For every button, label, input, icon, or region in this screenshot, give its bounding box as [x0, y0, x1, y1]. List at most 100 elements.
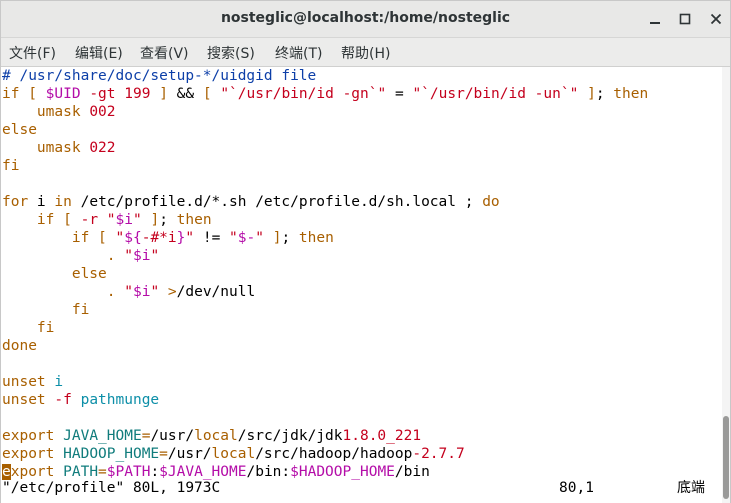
code-token: -gt	[89, 86, 116, 102]
code-token: for	[2, 194, 29, 210]
menu-edit[interactable]: 编辑(E)	[75, 43, 123, 63]
editor-line: done	[2, 337, 37, 355]
minimize-icon[interactable]	[645, 9, 665, 29]
code-token: .	[106, 284, 116, 300]
code-token: JAVA_HOME	[63, 428, 142, 444]
code-token: :	[150, 464, 160, 480]
code-token: /etc/profile.d/*.sh /etc/profile.d/sh.lo…	[71, 194, 483, 210]
code-token: $i	[115, 212, 133, 228]
menu-bar: 文件(F) 编辑(E) 查看(V) 搜索(S) 终端(T) 帮助(H)	[1, 38, 730, 67]
code-token: 1.8.0_221	[342, 428, 422, 444]
code-token: "	[115, 230, 125, 246]
code-token: do	[482, 194, 500, 210]
code-token: $UID	[45, 86, 81, 102]
terminal-content[interactable]: "/etc/profile" 80L, 1973C 80,1 底端 # /usr…	[1, 67, 722, 503]
code-token: ;	[595, 86, 614, 102]
menu-view[interactable]: 查看(V)	[140, 43, 189, 63]
editor-line: fi	[2, 157, 19, 175]
code-token: -f	[54, 392, 72, 408]
code-token: ;	[159, 212, 177, 228]
editor-line: umask 002	[2, 103, 116, 121]
code-token: [	[28, 86, 37, 102]
editor-line: else	[2, 121, 37, 139]
code-token: ]	[159, 86, 168, 102]
code-token: ${	[124, 230, 142, 246]
code-token: "	[124, 248, 133, 264]
editor-line: if [ $UID -gt 199 ] && [ "`/usr/bin/id -…	[2, 85, 648, 103]
code-token: .	[106, 248, 116, 264]
code-token: # /usr/share/doc/setup-*/uidgid file	[2, 68, 317, 84]
code-token: local	[194, 428, 238, 444]
code-token: if	[36, 212, 55, 228]
code-token: 002	[89, 104, 116, 120]
menu-search[interactable]: 搜索(S)	[207, 43, 255, 63]
code-token: "`	[220, 86, 238, 102]
code-token: ;	[281, 230, 299, 246]
code-token: export	[2, 446, 55, 462]
code-token: -un	[534, 86, 561, 102]
code-token: $PATH	[106, 464, 151, 480]
editor-line: unset -f pathmunge	[2, 391, 159, 409]
code-token: $HADOOP_HOME	[290, 464, 395, 480]
code-token: "	[150, 284, 160, 300]
close-icon[interactable]	[706, 9, 726, 29]
scrollbar-thumb[interactable]	[723, 415, 729, 499]
maximize-icon[interactable]	[675, 9, 695, 29]
code-token: umask	[36, 140, 81, 156]
code-token: fi	[36, 320, 55, 336]
code-token: if	[71, 230, 90, 246]
editor-line: if [ -r "$i" ]; then	[2, 211, 212, 229]
editor-line: . "$i" >/dev/null	[2, 283, 255, 301]
code-token: $i	[132, 284, 151, 300]
menu-file[interactable]: 文件(F)	[9, 43, 56, 63]
code-token: i	[28, 194, 55, 210]
code-token: unset	[2, 392, 46, 408]
code-token: =	[386, 86, 413, 102]
code-token: xport	[10, 464, 55, 480]
code-token: "	[229, 230, 238, 246]
editor-line: fi	[2, 319, 54, 337]
code-token: then	[176, 212, 212, 228]
menu-help[interactable]: 帮助(H)	[341, 43, 390, 63]
code-token: "	[106, 212, 116, 228]
code-token: /src/hadoop/hadoop	[255, 446, 413, 462]
terminal-scrollbar[interactable]	[722, 67, 730, 503]
code-token: "	[124, 284, 133, 300]
title-bar[interactable]: nosteglic@localhost:/home/nosteglic	[1, 1, 730, 38]
code-token: "	[133, 212, 142, 228]
code-token: "`	[412, 86, 430, 102]
code-token: ]	[150, 212, 160, 228]
code-token: i	[54, 374, 64, 390]
editor-line: if [ "${-#*i}" != "$-" ]; then	[2, 229, 334, 247]
code-token: =	[159, 446, 168, 462]
window-title: nosteglic@localhost:/home/nosteglic	[220, 10, 511, 26]
code-token: PATH	[63, 464, 99, 480]
code-token: 022	[89, 140, 116, 156]
code-token: `"	[560, 86, 579, 102]
code-token: export	[2, 428, 55, 444]
vim-scroll-position: 底端	[677, 480, 705, 496]
editor-line: export HADOOP_HOME=/usr/local/src/hadoop…	[2, 445, 465, 463]
code-token: /src/jdk/jdk	[237, 428, 343, 444]
menu-terminal[interactable]: 终端(T)	[275, 43, 322, 63]
code-token: &&	[167, 86, 203, 102]
code-token: done	[2, 338, 37, 354]
code-token: then	[298, 230, 334, 246]
code-token: -gn	[342, 86, 369, 102]
